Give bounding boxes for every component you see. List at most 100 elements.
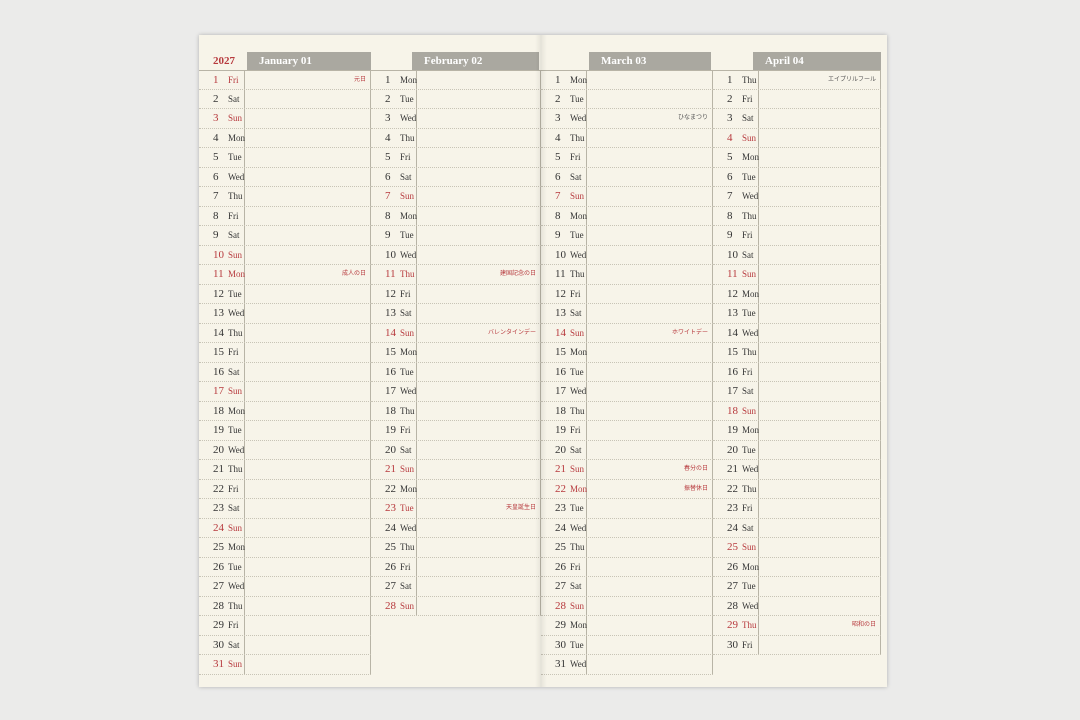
note-area[interactable]: [417, 538, 541, 557]
note-area[interactable]: [587, 421, 713, 440]
note-area[interactable]: [587, 187, 713, 206]
note-area[interactable]: [245, 518, 371, 538]
note-area[interactable]: [587, 284, 713, 304]
note-area[interactable]: [417, 206, 541, 226]
note-area[interactable]: [587, 71, 713, 89]
note-area[interactable]: [759, 206, 881, 226]
note-area[interactable]: [759, 440, 881, 460]
note-area[interactable]: [587, 557, 713, 577]
note-area[interactable]: [759, 323, 881, 343]
note-area[interactable]: [759, 245, 881, 265]
note-area[interactable]: [587, 635, 713, 655]
note-area[interactable]: [759, 89, 881, 109]
note-area[interactable]: 成人の日: [245, 265, 371, 284]
note-area[interactable]: [245, 499, 371, 518]
note-area[interactable]: [587, 167, 713, 187]
note-area[interactable]: [245, 538, 371, 557]
note-area[interactable]: [245, 343, 371, 362]
note-area[interactable]: [587, 206, 713, 226]
note-area[interactable]: [417, 518, 541, 538]
note-area[interactable]: [245, 109, 371, 128]
note-area[interactable]: [587, 596, 713, 616]
note-area[interactable]: [417, 128, 541, 148]
note-area[interactable]: [417, 343, 541, 362]
note-area[interactable]: [759, 304, 881, 323]
note-area[interactable]: [417, 362, 541, 382]
note-area[interactable]: [587, 304, 713, 323]
note-area[interactable]: [245, 421, 371, 440]
note-area[interactable]: [245, 479, 371, 499]
note-area[interactable]: [587, 362, 713, 382]
note-area[interactable]: ホワイトデー: [587, 323, 713, 343]
note-area[interactable]: [417, 479, 541, 499]
note-area[interactable]: [417, 109, 541, 128]
note-area[interactable]: [245, 440, 371, 460]
note-area[interactable]: [759, 596, 881, 616]
note-area[interactable]: [759, 148, 881, 167]
note-area[interactable]: [759, 557, 881, 577]
note-area[interactable]: [759, 577, 881, 596]
note-area[interactable]: [759, 128, 881, 148]
note-area[interactable]: [759, 167, 881, 187]
note-area[interactable]: [245, 226, 371, 245]
note-area[interactable]: [417, 382, 541, 401]
note-area[interactable]: [759, 401, 881, 421]
note-area[interactable]: [759, 226, 881, 245]
note-area[interactable]: [245, 167, 371, 187]
note-area[interactable]: [245, 323, 371, 343]
note-area[interactable]: [759, 362, 881, 382]
note-area[interactable]: エイプリルフール: [759, 71, 881, 89]
note-area[interactable]: [245, 362, 371, 382]
note-area[interactable]: [245, 89, 371, 109]
note-area[interactable]: [245, 304, 371, 323]
note-area[interactable]: [587, 440, 713, 460]
note-area[interactable]: [417, 460, 541, 479]
note-area[interactable]: [587, 89, 713, 109]
note-area[interactable]: [417, 304, 541, 323]
note-area[interactable]: [417, 557, 541, 577]
note-area[interactable]: [417, 440, 541, 460]
note-area[interactable]: [587, 343, 713, 362]
note-area[interactable]: [587, 265, 713, 284]
note-area[interactable]: [759, 109, 881, 128]
note-area[interactable]: 天皇誕生日: [417, 499, 541, 518]
note-area[interactable]: [759, 518, 881, 538]
note-area[interactable]: [587, 382, 713, 401]
note-area[interactable]: 振替休日: [587, 479, 713, 499]
note-area[interactable]: [245, 187, 371, 206]
note-area[interactable]: バレンタインデー: [417, 323, 541, 343]
note-area[interactable]: [245, 206, 371, 226]
note-area[interactable]: [417, 89, 541, 109]
note-area[interactable]: [587, 577, 713, 596]
note-area[interactable]: [759, 460, 881, 479]
note-area[interactable]: 元日: [245, 71, 371, 89]
note-area[interactable]: [245, 577, 371, 596]
note-area[interactable]: [759, 421, 881, 440]
note-area[interactable]: [759, 499, 881, 518]
note-area[interactable]: [587, 245, 713, 265]
note-area[interactable]: [245, 635, 371, 655]
note-area[interactable]: [417, 577, 541, 596]
note-area[interactable]: [245, 245, 371, 265]
note-area[interactable]: [417, 226, 541, 245]
note-area[interactable]: [417, 596, 541, 616]
note-area[interactable]: [587, 538, 713, 557]
note-area[interactable]: [417, 245, 541, 265]
note-area[interactable]: [759, 187, 881, 206]
note-area[interactable]: [759, 284, 881, 304]
note-area[interactable]: [759, 635, 881, 655]
note-area[interactable]: [245, 616, 371, 635]
note-area[interactable]: [245, 148, 371, 167]
note-area[interactable]: 春分の日: [587, 460, 713, 479]
note-area[interactable]: [759, 265, 881, 284]
note-area[interactable]: [417, 187, 541, 206]
note-area[interactable]: [587, 128, 713, 148]
note-area[interactable]: [587, 499, 713, 518]
note-area[interactable]: [759, 479, 881, 499]
note-area[interactable]: [245, 128, 371, 148]
note-area[interactable]: 昭和の日: [759, 616, 881, 635]
note-area[interactable]: [759, 343, 881, 362]
note-area[interactable]: [587, 226, 713, 245]
note-area[interactable]: [245, 655, 371, 674]
note-area[interactable]: ひなまつり: [587, 109, 713, 128]
